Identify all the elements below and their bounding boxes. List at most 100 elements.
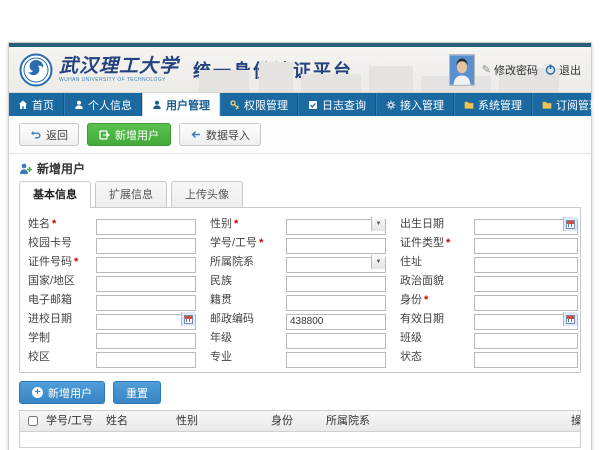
field-input-postal-code[interactable] <box>286 314 386 330</box>
dropdown-arrow-icon[interactable]: ▼ <box>371 217 385 231</box>
tab-extend[interactable]: 扩展信息 <box>95 181 167 207</box>
university-name-block: 武汉理工大学 WUHAN UNIVERSITY OF TECHNOLOGY <box>59 57 179 83</box>
reset-button[interactable]: 重置 <box>113 381 161 404</box>
field-label-postal-code: 邮政编码 <box>210 311 272 327</box>
nav-item-label: 日志查询 <box>322 97 366 113</box>
header: 武汉理工大学 WUHAN UNIVERSITY OF TECHNOLOGY 统一… <box>9 47 591 93</box>
field-wrap-campus <box>96 349 196 365</box>
field-label-valid-date: 有效日期 <box>400 311 460 327</box>
add-user-submit-button[interactable]: + 新增用户 <box>19 381 105 404</box>
nav-item-users[interactable]: 用户管理 <box>142 93 220 116</box>
field-label-status: 状态 <box>400 349 460 365</box>
nav-item-label: 用户管理 <box>166 97 210 113</box>
field-wrap-class <box>474 330 578 346</box>
field-input-native-place[interactable] <box>286 295 386 311</box>
field-input-identity[interactable] <box>474 295 578 311</box>
field-input-id-number[interactable] <box>96 257 196 273</box>
nav-item-system[interactable]: 系统管理 <box>454 93 532 116</box>
nav-item-logs[interactable]: 日志查询 <box>298 93 376 116</box>
tab-avatar[interactable]: 上传头像 <box>171 181 243 207</box>
field-wrap-postal-code <box>286 311 386 327</box>
dropdown-arrow-icon[interactable]: ▼ <box>371 255 385 269</box>
nav-item-label: 接入管理 <box>400 97 444 113</box>
tab-basic[interactable]: 基本信息 <box>19 181 91 208</box>
nav-item-home[interactable]: 首页 <box>9 93 64 116</box>
field-input-edu-length[interactable] <box>96 333 196 349</box>
nav-item-permissions[interactable]: 权限管理 <box>220 93 298 116</box>
field-wrap-id-number <box>96 254 196 270</box>
field-label-native-place: 籍贯 <box>210 292 272 308</box>
nav-item-label: 权限管理 <box>244 97 288 113</box>
nav-item-profile[interactable]: 个人信息 <box>64 93 142 116</box>
required-asterisk: * <box>446 237 450 249</box>
main-nav: 首页个人信息用户管理权限管理日志查询接入管理系统管理订阅管理 <box>9 93 591 116</box>
nav-item-access[interactable]: 接入管理 <box>376 93 454 116</box>
field-input-email[interactable] <box>96 295 196 311</box>
section-header: 新增用户 <box>9 154 591 181</box>
field-wrap-edu-length <box>96 330 196 346</box>
form-actions: + 新增用户 重置 <box>19 381 581 404</box>
field-input-political[interactable] <box>474 276 578 292</box>
logout-link[interactable]: 退出 <box>545 62 581 78</box>
nav-item-label: 订阅管理 <box>556 97 600 113</box>
field-input-grade[interactable] <box>286 333 386 349</box>
avatar[interactable] <box>449 54 475 86</box>
field-label-edu-length: 学制 <box>28 330 82 346</box>
field-wrap-valid-date <box>474 311 578 327</box>
field-wrap-department: ▼ <box>286 254 386 270</box>
university-logo-icon <box>19 53 53 87</box>
field-input-campus-card[interactable] <box>96 238 196 254</box>
required-asterisk: * <box>74 256 78 268</box>
field-input-major[interactable] <box>286 352 386 368</box>
calendar-icon[interactable] <box>563 217 577 231</box>
field-label-gender: 性别* <box>210 216 272 232</box>
add-user-icon <box>99 130 110 140</box>
field-input-student-id[interactable] <box>286 238 386 254</box>
add-user-toolbar-button[interactable]: 新增用户 <box>87 123 171 146</box>
field-wrap-ethnicity <box>286 273 386 289</box>
field-label-identity: 身份* <box>400 292 460 308</box>
required-asterisk: * <box>52 218 56 230</box>
data-import-button[interactable]: 数据导入 <box>179 123 261 146</box>
back-button[interactable]: 返回 <box>19 123 79 146</box>
calendar-icon[interactable] <box>563 312 577 326</box>
toolbar: 返回 新增用户 数据导入 <box>9 116 591 154</box>
key-icon <box>230 100 240 110</box>
table-header-5: 操作 <box>571 411 580 431</box>
field-wrap-id-type <box>474 235 578 251</box>
field-label-major: 专业 <box>210 349 272 365</box>
calendar-icon[interactable] <box>181 312 195 326</box>
change-password-label: 修改密码 <box>494 62 538 78</box>
change-password-link[interactable]: ✎ 修改密码 <box>482 62 538 78</box>
field-label-address: 住址 <box>400 254 460 270</box>
nav-item-subscription[interactable]: 订阅管理 <box>532 93 600 116</box>
field-wrap-country <box>96 273 196 289</box>
field-input-ethnicity[interactable] <box>286 276 386 292</box>
person-plus-icon <box>19 163 32 175</box>
logout-label: 退出 <box>559 62 581 78</box>
section-title: 新增用户 <box>37 160 85 177</box>
field-input-address[interactable] <box>474 257 578 273</box>
nav-item-label: 首页 <box>32 97 54 113</box>
field-wrap-grade <box>286 330 386 346</box>
nav-item-label: 个人信息 <box>88 97 132 113</box>
back-label: 返回 <box>46 127 68 143</box>
field-input-status[interactable] <box>474 352 578 368</box>
field-label-class: 班级 <box>400 330 460 346</box>
select-all-checkbox[interactable] <box>28 416 38 426</box>
form-tabs: 基本信息扩展信息上传头像 <box>19 181 591 207</box>
reset-label: 重置 <box>126 385 148 401</box>
field-input-class[interactable] <box>474 333 578 349</box>
field-label-country: 国家/地区 <box>28 273 82 289</box>
field-input-name[interactable] <box>96 219 196 235</box>
field-wrap-political <box>474 273 578 289</box>
field-input-country[interactable] <box>96 276 196 292</box>
folder-icon <box>542 100 552 110</box>
field-input-campus[interactable] <box>96 352 196 368</box>
table-header-4: 所属院系 <box>326 411 571 431</box>
field-label-student-id: 学号/工号* <box>210 235 272 251</box>
field-input-id-type[interactable] <box>474 238 578 254</box>
field-label-campus: 校区 <box>28 349 82 365</box>
field-label-id-number: 证件号码* <box>28 254 82 270</box>
field-label-id-type: 证件类型* <box>400 235 460 251</box>
